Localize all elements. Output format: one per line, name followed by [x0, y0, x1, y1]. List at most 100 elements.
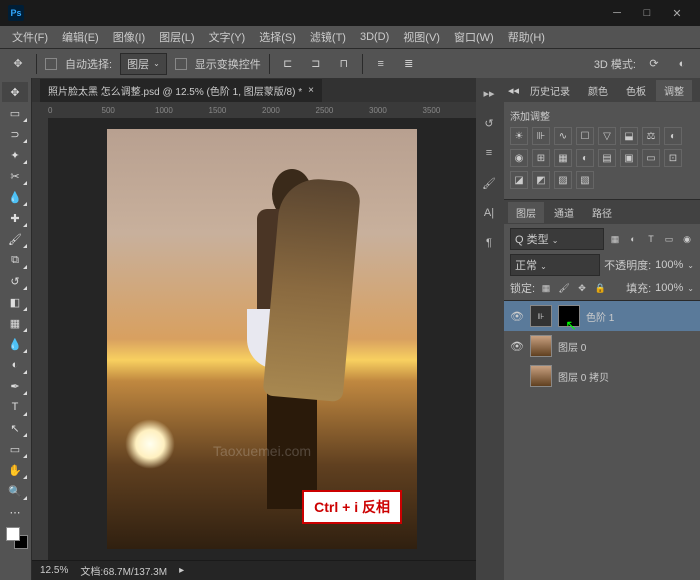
visibility-icon[interactable]: 👁 [510, 340, 524, 353]
tab-paths[interactable]: 路径 [584, 202, 620, 223]
magic-wand-tool[interactable]: ✦ [2, 145, 28, 165]
tab-channels[interactable]: 通道 [546, 202, 582, 223]
adj-posterize-icon[interactable]: ▤ [598, 149, 616, 167]
adj-photofilter-icon[interactable]: ◉ [510, 149, 528, 167]
hand-tool[interactable]: ✋ [2, 460, 28, 480]
layer-row[interactable]: 👁 图层 0 [504, 331, 700, 361]
menu-file[interactable]: 文件(F) [6, 27, 54, 47]
minimize-button[interactable]: ─ [602, 3, 632, 23]
menu-layer[interactable]: 图层(L) [153, 27, 200, 47]
align-left-icon[interactable]: ⊏ [278, 54, 298, 74]
marquee-tool[interactable]: ▭ [2, 103, 28, 123]
menu-type[interactable]: 文字(Y) [203, 27, 252, 47]
adj-extra4-icon[interactable]: ▧ [576, 171, 594, 189]
lock-pos-icon[interactable]: ✥ [575, 281, 589, 295]
filter-image-icon[interactable]: ▦ [608, 232, 622, 246]
adj-brightness-icon[interactable]: ☀ [510, 127, 528, 145]
zoom-level[interactable]: 12.5% [40, 565, 68, 576]
dock-paragraph-icon[interactable]: ¶ [478, 232, 500, 254]
dock-type-icon[interactable]: A| [478, 202, 500, 224]
adj-colorlookup-icon[interactable]: ▦ [554, 149, 572, 167]
menu-select[interactable]: 选择(S) [253, 27, 302, 47]
menu-image[interactable]: 图像(I) [107, 27, 151, 47]
filter-adj-icon[interactable]: ◐ [626, 232, 640, 246]
distribute-icon-2[interactable]: ≣ [399, 54, 419, 74]
menu-help[interactable]: 帮助(H) [502, 27, 551, 47]
edit-toolbar[interactable]: ⋯ [2, 502, 28, 522]
dock-properties-icon[interactable]: ≡ [478, 142, 500, 164]
eyedropper-tool[interactable]: 💧 [2, 187, 28, 207]
foreground-color[interactable] [6, 527, 20, 541]
auto-select-dropdown[interactable]: 图层⌄ [120, 53, 167, 75]
layer-name[interactable]: 色阶 1 [586, 309, 614, 324]
viewport[interactable]: Taoxuemei.com Ctrl + i 反相 [48, 118, 476, 560]
gradient-tool[interactable]: ▦ [2, 313, 28, 333]
dock-history-icon[interactable]: ↺ [478, 112, 500, 134]
fill-value[interactable]: 100% [655, 282, 683, 294]
filter-smart-icon[interactable]: ◉ [680, 232, 694, 246]
adj-invert-icon[interactable]: ◐ [576, 149, 594, 167]
adj-extra1-icon[interactable]: ◪ [510, 171, 528, 189]
filter-shape-icon[interactable]: ▭ [662, 232, 676, 246]
tab-history[interactable]: 历史记录 [522, 80, 578, 101]
lock-trans-icon[interactable]: ▦ [539, 281, 553, 295]
layer-mask-thumb[interactable]: ↖ [558, 305, 580, 327]
dodge-tool[interactable]: ◐ [2, 355, 28, 375]
align-center-icon[interactable]: ⊐ [306, 54, 326, 74]
lock-all-icon[interactable]: 🔒 [593, 281, 607, 295]
distribute-icon[interactable]: ≡ [371, 54, 391, 74]
adj-threshold-icon[interactable]: ▣ [620, 149, 638, 167]
adj-levels-icon[interactable]: ⊪ [532, 127, 550, 145]
3d-orbit-icon[interactable]: ⟳ [644, 54, 664, 74]
layer-row[interactable]: 图层 0 拷贝 [504, 361, 700, 391]
opacity-value[interactable]: 100% [655, 259, 683, 271]
layer-name[interactable]: 图层 0 拷贝 [558, 369, 609, 384]
adj-bw-icon[interactable]: ◐ [664, 127, 682, 145]
auto-select-checkbox[interactable] [45, 58, 57, 70]
menu-3d[interactable]: 3D(D) [354, 29, 395, 45]
blend-mode-dropdown[interactable]: 正常 ⌄ [510, 254, 600, 276]
dock-brush-icon[interactable]: 🖌 [478, 172, 500, 194]
maximize-button[interactable]: □ [632, 3, 662, 23]
document-canvas[interactable]: Taoxuemei.com Ctrl + i 反相 [107, 129, 417, 549]
info-chevron-icon[interactable]: ▸ [179, 565, 184, 576]
tab-swatches[interactable]: 色板 [618, 80, 654, 101]
adj-colorbal-icon[interactable]: ⚖ [642, 127, 660, 145]
menu-window[interactable]: 窗口(W) [448, 27, 500, 47]
show-transform-checkbox[interactable] [175, 58, 187, 70]
adj-gradmap-icon[interactable]: ▭ [642, 149, 660, 167]
close-button[interactable]: ✕ [662, 3, 692, 23]
layer-row[interactable]: 👁 ⊪ ↖ 色阶 1 [504, 301, 700, 331]
layer-name[interactable]: 图层 0 [558, 339, 586, 354]
color-swatches[interactable] [2, 523, 29, 553]
adj-vibrance-icon[interactable]: ▽ [598, 127, 616, 145]
move-tool[interactable]: ✥ [2, 82, 28, 102]
adj-extra3-icon[interactable]: ▨ [554, 171, 572, 189]
healing-brush-tool[interactable]: ✚ [2, 208, 28, 228]
layer-thumb-levels[interactable]: ⊪ [530, 305, 552, 327]
menu-filter[interactable]: 滤镜(T) [304, 27, 352, 47]
visibility-icon[interactable]: 👁 [510, 310, 524, 323]
layer-thumb[interactable] [530, 335, 552, 357]
lock-paint-icon[interactable]: 🖌 [557, 281, 571, 295]
zoom-tool[interactable]: 🔍 [2, 481, 28, 501]
blur-tool[interactable]: 💧 [2, 334, 28, 354]
lasso-tool[interactable]: ⊃ [2, 124, 28, 144]
tab-adjustments[interactable]: 调整 [656, 80, 692, 101]
adj-exposure-icon[interactable]: ☐ [576, 127, 594, 145]
adj-hue-icon[interactable]: ⬓ [620, 127, 638, 145]
tab-colors[interactable]: 颜色 [580, 80, 616, 101]
adj-chanmixer-icon[interactable]: ⊞ [532, 149, 550, 167]
menu-view[interactable]: 视图(V) [397, 27, 446, 47]
adj-selcolor-icon[interactable]: ⊡ [664, 149, 682, 167]
brush-tool[interactable]: 🖌 [2, 229, 28, 249]
history-brush-tool[interactable]: ↺ [2, 271, 28, 291]
path-select-tool[interactable]: ↖ [2, 418, 28, 438]
type-tool[interactable]: T [2, 397, 28, 417]
document-tab[interactable]: 照片脸太黑 怎么调整.psd @ 12.5% (色阶 1, 图层蒙版/8) * … [40, 79, 322, 102]
pen-tool[interactable]: ✒ [2, 376, 28, 396]
menu-edit[interactable]: 编辑(E) [56, 27, 105, 47]
crop-tool[interactable]: ✂ [2, 166, 28, 186]
adj-extra2-icon[interactable]: ◩ [532, 171, 550, 189]
adj-curves-icon[interactable]: ∿ [554, 127, 572, 145]
